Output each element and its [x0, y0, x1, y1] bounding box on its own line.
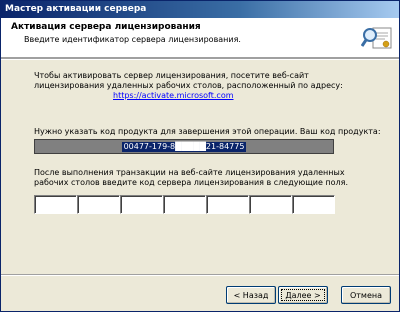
- server-code-field[interactable]: [292, 195, 335, 214]
- back-button[interactable]: < Назад: [226, 286, 276, 304]
- code-prompt: Нужно указать код продукта для завершени…: [34, 127, 381, 136]
- product-code-field[interactable]: 00477-179-8█████21-84775: [34, 139, 334, 154]
- window-title: Мастер активации сервера: [5, 4, 147, 14]
- server-code-field[interactable]: [77, 195, 120, 214]
- next-button[interactable]: Далее >: [278, 286, 328, 304]
- server-code-field[interactable]: [249, 195, 292, 214]
- server-code-field[interactable]: [120, 195, 163, 214]
- after-line-1: После выполнения транзакции на веб-сайте…: [34, 168, 345, 177]
- wizard-header: Активация сервера лицензирования Введите…: [1, 18, 399, 58]
- footer-separator: [1, 274, 399, 276]
- cancel-button[interactable]: Отмена: [341, 286, 391, 304]
- product-code: 00477-179-8█████21-84775: [121, 141, 247, 152]
- activation-url-link[interactable]: https://activate.microsoft.com: [113, 91, 234, 101]
- server-code-field[interactable]: [206, 195, 249, 214]
- server-code-field[interactable]: [34, 195, 77, 214]
- header-separator: [1, 58, 399, 60]
- wizard-window: Мастер активации сервера Активация серве…: [0, 0, 400, 312]
- title-bar: Мастер активации сервера: [1, 1, 399, 18]
- server-code-field[interactable]: [163, 195, 206, 214]
- certificate-search-icon: [361, 27, 392, 49]
- after-line-2: рабочих столов введите код сервера лицен…: [34, 178, 349, 187]
- intro-line-2: лицензирования удаленных рабочих столов,…: [34, 81, 343, 90]
- intro-line-1: Чтобы активировать сервер лицензирования…: [34, 71, 309, 80]
- server-code-fields: [34, 195, 336, 214]
- header-subtitle: Введите идентификатор сервера лицензиров…: [24, 35, 241, 44]
- header-title: Активация сервера лицензирования: [11, 22, 201, 32]
